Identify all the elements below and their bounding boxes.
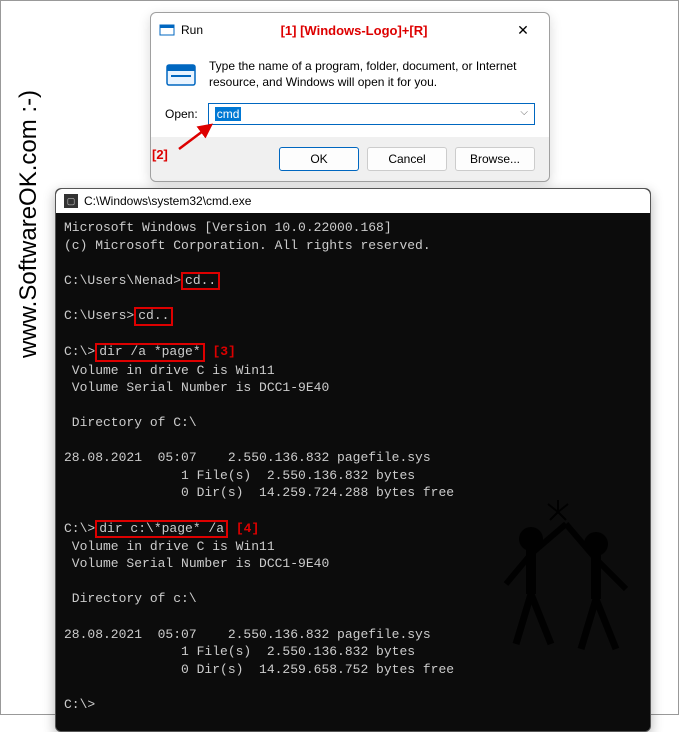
close-button[interactable]: ✕ (505, 19, 541, 41)
run-dialog: Run [1] [Windows-Logo]+[R] ✕ Type the na… (150, 12, 550, 182)
cancel-button[interactable]: Cancel (367, 147, 447, 171)
cmd-line: 1 File(s) 2.550.136.832 bytes (64, 644, 415, 659)
cmd-window: ▢ C:\Windows\system32\cmd.exe Microsoft … (55, 188, 651, 732)
annotation-3: [3] (212, 344, 235, 359)
run-icon (159, 22, 175, 38)
watermark-left: www.SoftwareOK.com :-) (15, 89, 43, 357)
terminal-icon: ▢ (64, 194, 78, 208)
run-description: Type the name of a program, folder, docu… (209, 59, 535, 91)
chevron-down-icon[interactable]: ⌵ (520, 107, 528, 118)
cmd-line: Volume Serial Number is DCC1-9E40 (64, 556, 329, 571)
cmd-line: 28.08.2021 05:07 2.550.136.832 pagefile.… (64, 450, 431, 465)
cmd-line: (c) Microsoft Corporation. All rights re… (64, 238, 431, 253)
annotation-4: [4] (236, 521, 259, 536)
cmd-line: 28.08.2021 05:07 2.550.136.832 pagefile.… (64, 627, 431, 642)
open-input-value: cmd (215, 107, 242, 121)
highlight-box: cd.. (134, 307, 173, 325)
cmd-line: 0 Dir(s) 14.259.724.288 bytes free (64, 485, 454, 500)
run-body: Type the name of a program, folder, docu… (151, 47, 549, 99)
cmd-line: Volume in drive C is Win11 (64, 363, 275, 378)
cmd-line: Volume in drive C is Win11 (64, 539, 275, 554)
browse-button[interactable]: Browse... (455, 147, 535, 171)
ok-button[interactable]: OK (279, 147, 359, 171)
cmd-titlebar: ▢ C:\Windows\system32\cmd.exe (56, 189, 650, 213)
highlight-box: cd.. (181, 272, 220, 290)
cmd-line: Microsoft Windows [Version 10.0.22000.16… (64, 220, 392, 235)
highlight-box: dir /a *page* (95, 343, 204, 361)
annotation-1: [1] [Windows-Logo]+[R] (203, 23, 505, 38)
run-title: Run (181, 23, 203, 37)
annotation-2: [2] (152, 147, 168, 162)
cmd-title: C:\Windows\system32\cmd.exe (84, 194, 251, 208)
cmd-line: 1 File(s) 2.550.136.832 bytes (64, 468, 415, 483)
open-label: Open: (165, 107, 198, 121)
run-titlebar: Run [1] [Windows-Logo]+[R] ✕ (151, 13, 549, 47)
cmd-prompt: C:\> (64, 344, 95, 359)
cmd-body[interactable]: Microsoft Windows [Version 10.0.22000.16… (56, 213, 650, 731)
cmd-line: Directory of C:\ (64, 415, 197, 430)
cmd-prompt: C:\> (64, 521, 95, 536)
cmd-line: Directory of c:\ (64, 591, 197, 606)
run-input-row: Open: cmd ⌵ (151, 99, 549, 137)
run-program-icon (165, 59, 197, 91)
cmd-line: 0 Dir(s) 14.259.658.752 bytes free (64, 662, 454, 677)
cmd-prompt: C:\Users> (64, 308, 134, 323)
highlight-box: dir c:\*page* /a (95, 520, 228, 538)
cmd-prompt: C:\Users\Nenad> (64, 273, 181, 288)
open-input[interactable]: cmd ⌵ (208, 103, 535, 125)
cmd-prompt: C:\> (64, 697, 95, 712)
run-buttons: OK Cancel Browse... (151, 137, 549, 181)
cmd-line: Volume Serial Number is DCC1-9E40 (64, 380, 329, 395)
